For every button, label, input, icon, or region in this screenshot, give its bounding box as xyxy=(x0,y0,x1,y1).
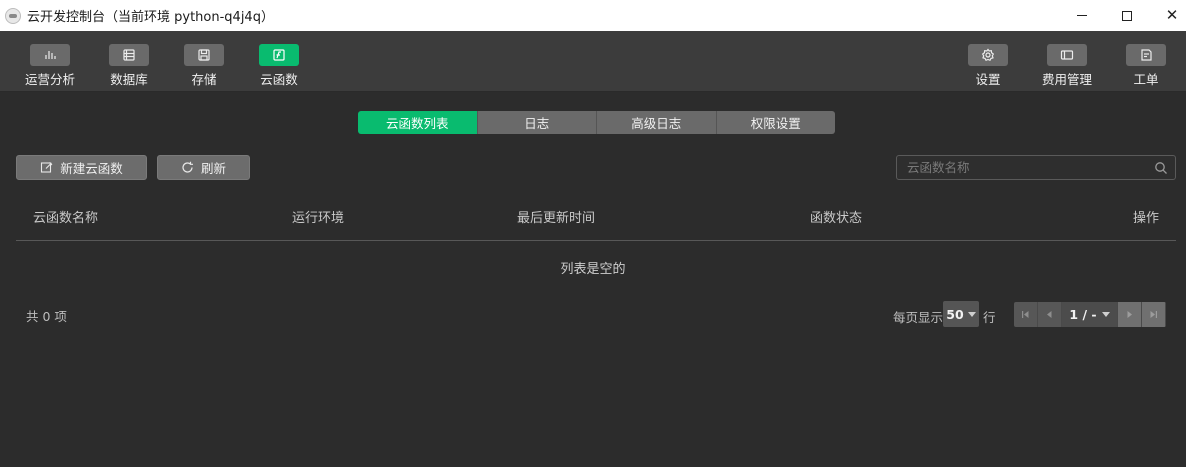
database-icon xyxy=(109,44,149,66)
toolbar-cloud-functions[interactable]: 云函数 xyxy=(249,31,309,92)
tab-function-list[interactable]: 云函数列表 xyxy=(358,111,478,134)
first-page-button[interactable] xyxy=(1014,302,1038,327)
storage-icon xyxy=(184,44,224,66)
toolbar-analytics-label: 运营分析 xyxy=(24,72,75,87)
window-titlebar: 云开发控制台（当前环境 python-q4j4q） ✕ xyxy=(0,0,1186,31)
search-icon[interactable] xyxy=(1154,161,1168,175)
edit-icon xyxy=(41,162,53,173)
prev-page-icon xyxy=(1047,311,1052,318)
pagination: 1 / - xyxy=(1014,302,1166,327)
per-page-select[interactable]: 50 xyxy=(943,301,979,327)
ticket-icon xyxy=(1126,44,1166,66)
function-search xyxy=(896,155,1176,180)
total-count: 共 0 项 xyxy=(26,309,67,324)
next-page-button[interactable] xyxy=(1118,302,1142,327)
tab-logs[interactable]: 日志 xyxy=(477,111,597,134)
prev-page-button[interactable] xyxy=(1038,302,1062,327)
bar-chart-icon xyxy=(30,44,70,66)
tab-permissions[interactable]: 权限设置 xyxy=(716,111,835,134)
refresh-label: 刷新 xyxy=(200,161,226,176)
minimize-button[interactable] xyxy=(1059,0,1105,31)
gear-icon xyxy=(968,44,1008,66)
minimize-icon xyxy=(1077,15,1087,16)
toolbar-storage[interactable]: 存储 xyxy=(174,31,234,92)
toolbar-settings[interactable]: 设置 xyxy=(958,31,1018,92)
close-icon: ✕ xyxy=(1165,6,1179,24)
page-select[interactable]: 1 / - xyxy=(1062,302,1118,327)
per-page-value: 50 xyxy=(946,306,964,322)
column-header-name[interactable]: 云函数名称 xyxy=(33,207,98,226)
refresh-icon xyxy=(182,161,193,173)
toolbar-billing[interactable]: 费用管理 xyxy=(1037,31,1097,92)
column-header-runtime[interactable]: 运行环境 xyxy=(292,207,344,226)
search-input[interactable] xyxy=(897,156,1175,179)
close-button[interactable]: ✕ xyxy=(1149,0,1186,31)
table-header-divider xyxy=(16,240,1176,241)
page-indicator: 1 / - xyxy=(1069,307,1097,322)
toolbar-ticket[interactable]: 工单 xyxy=(1116,31,1176,92)
row-unit-label: 行 xyxy=(983,310,996,325)
cloud-function-icon xyxy=(259,44,299,66)
toolbar-ticket-label: 工单 xyxy=(1133,72,1159,87)
new-function-button[interactable]: 新建云函数 xyxy=(16,155,147,180)
toolbar-database-label: 数据库 xyxy=(110,72,148,87)
function-tabs: 云函数列表 日志 高级日志 权限设置 xyxy=(358,111,835,134)
empty-list-message: 列表是空的 xyxy=(560,262,626,277)
maximize-button[interactable] xyxy=(1104,0,1150,31)
last-page-icon xyxy=(1150,311,1157,318)
refresh-button[interactable]: 刷新 xyxy=(157,155,250,180)
toolbar-cloud-functions-label: 云函数 xyxy=(260,72,298,87)
chevron-down-icon xyxy=(1101,312,1110,317)
chevron-down-icon xyxy=(967,311,976,317)
toolbar-analytics[interactable]: 运营分析 xyxy=(20,31,80,92)
next-page-icon xyxy=(1127,311,1132,318)
toolbar-billing-label: 费用管理 xyxy=(1041,72,1092,87)
new-function-label: 新建云函数 xyxy=(60,161,123,176)
last-page-button[interactable] xyxy=(1142,302,1166,327)
maximize-icon xyxy=(1122,10,1132,21)
column-header-status[interactable]: 函数状态 xyxy=(810,207,862,226)
first-page-icon xyxy=(1022,311,1029,318)
app-logo-icon xyxy=(5,7,21,24)
tab-advanced-logs[interactable]: 高级日志 xyxy=(597,111,717,134)
window-title: 云开发控制台（当前环境 python-q4j4q） xyxy=(27,10,274,25)
billing-icon xyxy=(1047,44,1087,66)
toolbar-settings-label: 设置 xyxy=(975,72,1001,87)
column-header-actions: 操作 xyxy=(1133,211,1160,226)
column-header-updated[interactable]: 最后更新时间 xyxy=(517,207,595,226)
per-page-label: 每页显示 xyxy=(893,310,944,325)
toolbar-storage-label: 存储 xyxy=(191,72,217,87)
main-toolbar: 运营分析 数据库 存储 云函数 设置 费用管理 工单 xyxy=(0,31,1186,92)
toolbar-database[interactable]: 数据库 xyxy=(99,31,159,92)
